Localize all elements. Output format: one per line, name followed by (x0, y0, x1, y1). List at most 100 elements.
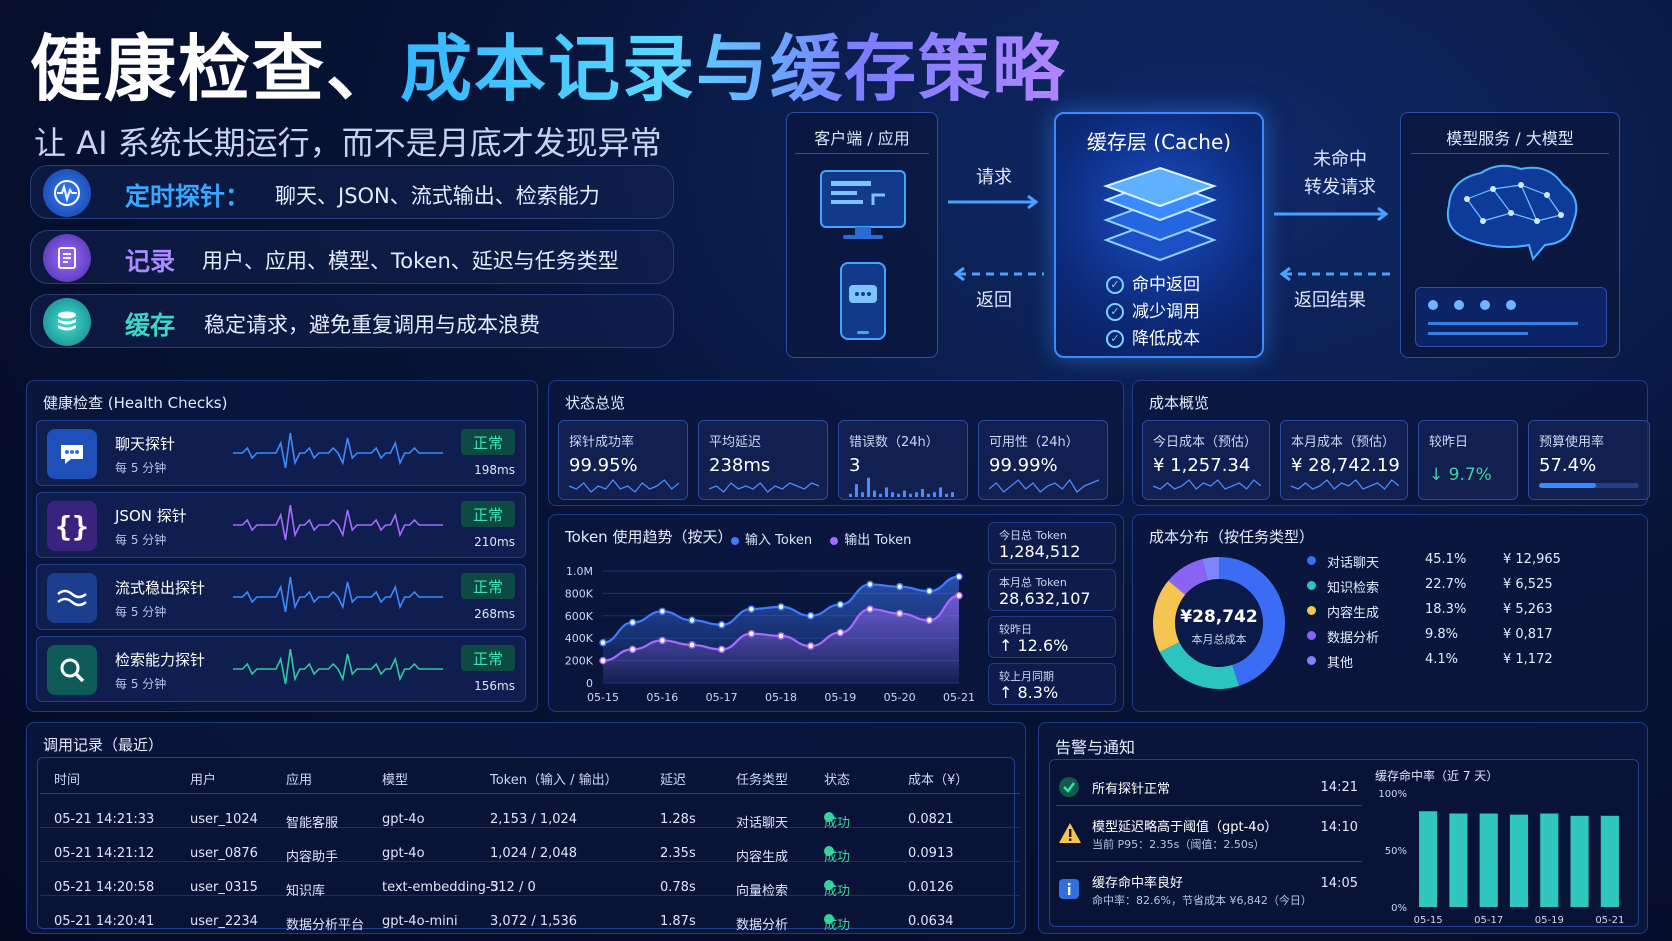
status-card-value: 99.99% (989, 455, 1058, 476)
token-stat-value: 28,632,107 (999, 589, 1091, 608)
data-point (806, 612, 815, 620)
status-badge: 正常 (461, 573, 515, 599)
data-point (688, 616, 696, 625)
y-tick-label: 100% (1378, 789, 1407, 800)
probe-row[interactable]: 聊天探针每 5 分钟 正常 198ms (36, 420, 526, 486)
legend-pct: 45.1% (1425, 552, 1467, 567)
feature-key: 定时探针： (125, 182, 251, 211)
legend-dot (1307, 606, 1316, 615)
title-part-2: 成本记录与缓存策略 (400, 27, 1067, 111)
feature-probes: 定时探针： 聊天、JSON、流式输出、检索能力 (30, 165, 674, 219)
calls-title: 调用记录（最近） (43, 736, 164, 754)
cost-sparkline (1153, 479, 1261, 490)
status-sparkline (569, 478, 679, 493)
y-tick-label: 600K (565, 610, 594, 623)
database-icon (43, 298, 91, 346)
feature-key: 记录 (125, 247, 176, 276)
data-point (925, 587, 934, 595)
bar (1479, 813, 1498, 907)
phone-icon (831, 259, 895, 347)
cost-card-value: ¥ 1,257.34 (1153, 455, 1251, 476)
budget-bar-track (1539, 483, 1639, 488)
probe-row[interactable]: 检索能力探针每 5 分钟 正常 156ms (36, 636, 526, 702)
probe-sparkline (233, 433, 443, 469)
probe-row[interactable]: {} JSON 探针每 5 分钟 正常 210ms (36, 492, 526, 558)
status-badge: 正常 (461, 501, 515, 527)
y-tick-label: 50% (1385, 846, 1407, 857)
token-stat-label: 本月总 Token (999, 576, 1067, 589)
status-badge: 正常 (461, 429, 515, 455)
y-tick-label: 400K (565, 632, 594, 645)
hit-rate-chart: 0% 50% 100% 05-15 05-17 05-19 05-21 (1378, 789, 1624, 926)
document-icon (43, 234, 91, 282)
x-tick-label: 05-17 (1474, 915, 1503, 926)
column-header: 延迟 (660, 773, 687, 788)
status-card: 平均延迟 238ms (698, 420, 828, 500)
probe-name: 流式稳出探针 (115, 579, 206, 597)
probe-interval: 每 5 分钟 (115, 677, 167, 691)
feature-cache: 缓存 稳定请求，避免重复调用与成本浪费 (30, 294, 674, 348)
column-header: 成本（¥） (908, 773, 969, 788)
cost-card-label: 今日成本（预估） (1153, 435, 1258, 450)
budget-bar-fill (1539, 483, 1597, 488)
bar (1419, 811, 1438, 907)
cost-sparkline (1291, 479, 1399, 490)
table-row[interactable]: 05-21 14:20:58 user_0315 知识库 text-embedding… (40, 862, 1020, 899)
x-tick-label: 05-15 (1414, 915, 1443, 926)
braces-icon: {} (47, 501, 97, 551)
token-stat-value: 1,284,512 (999, 542, 1081, 561)
y-tick-label: 0% (1391, 903, 1407, 914)
data-point (895, 609, 904, 618)
probe-latency: 268ms (474, 607, 515, 621)
status-card: 探针成功率 99.95% (558, 420, 688, 500)
legend-out-dot (830, 536, 839, 545)
page-subtitle: 让 AI 系统长期运行，而不是月底才发现异常 (34, 124, 662, 162)
donut-center-label: 本月总成本 (1191, 633, 1247, 646)
x-tick-label: 05-20 (884, 691, 916, 704)
probe-interval: 每 5 分钟 (115, 533, 167, 547)
x-tick-label: 05-19 (824, 691, 856, 704)
probe-interval: 每 5 分钟 (115, 461, 167, 475)
bar (1540, 813, 1559, 907)
distribution-panel: 成本分布（按任务类型） ¥28,742 本月总成本 对话聊天 45.1% ¥ 12,… (1132, 514, 1648, 712)
legend-pct: 4.1% (1425, 652, 1459, 667)
token-chart: 0 200K 400K 600K 800K 1.0M 05-15 05-16 05-17 05-1… (565, 565, 975, 704)
alert-item[interactable]: 缓存命中率良好 14:05 命中率：82.6%，节省成本 ¥6,842（今日） (1056, 868, 1362, 918)
x-tick-label: 05-17 (706, 691, 738, 704)
check-icon: ✓ (1106, 276, 1124, 294)
request-arrow (948, 194, 1044, 213)
alert-item[interactable]: 所有探针正常 14:21 (1056, 772, 1362, 806)
data-point (658, 636, 667, 645)
status-title: 状态总览 (565, 394, 626, 412)
data-point (777, 603, 785, 611)
check-icon: ✓ (1106, 330, 1124, 348)
health-title: 健康检查 (Health Checks) (43, 394, 228, 412)
bar (1570, 815, 1589, 907)
probe-row[interactable]: 流式稳出探针每 5 分钟 正常 268ms (36, 564, 526, 630)
x-tick-label: 05-15 (587, 691, 619, 704)
column-header: 模型 (382, 773, 409, 788)
table-row[interactable]: 05-21 14:21:33 user_1024 智能客服 gpt-4o 2,153 /… (40, 794, 1020, 831)
table-row[interactable]: 05-21 14:20:41 user_2234 数据分析平台 gpt-4o-mini… (40, 896, 1020, 933)
page-title: 健康检查、成本记录与缓存策略 (30, 22, 1066, 116)
x-tick-label: 05-16 (646, 691, 678, 704)
cost-card: 预算使用率 57.4% (1528, 420, 1650, 500)
x-tick-label: 05-21 (1595, 915, 1624, 926)
data-point (866, 605, 874, 613)
token-stat: 本月总 Token 28,632,107 (988, 569, 1116, 611)
cost-card: 本月成本（预估） ¥ 28,742.19 (1280, 420, 1408, 500)
probe-name: 检索能力探针 (115, 651, 206, 669)
legend-dot (1307, 556, 1316, 565)
legend-dot (1307, 581, 1316, 590)
probe-latency: 198ms (474, 463, 515, 477)
monitor-icon (811, 165, 915, 247)
distribution-legend-item: 对话聊天 45.1% ¥ 12,965 (1307, 551, 1637, 571)
alert-item[interactable]: 模型延迟略高于阈值（gpt-4o） 14:10 当前 P95：2.35s（阈值：2.… (1056, 812, 1362, 862)
bar (1509, 814, 1529, 907)
return-label: 返回 (976, 290, 1012, 311)
table-row[interactable]: 05-21 14:21:12 user_0876 内容助手 gpt-4o 1,024 /… (40, 828, 1020, 865)
data-point (717, 645, 726, 654)
legend-amount: ¥ 6,525 (1503, 577, 1553, 592)
legend-in-dot (731, 536, 739, 545)
miss-label: 未命中 转发请求 (1304, 149, 1376, 198)
